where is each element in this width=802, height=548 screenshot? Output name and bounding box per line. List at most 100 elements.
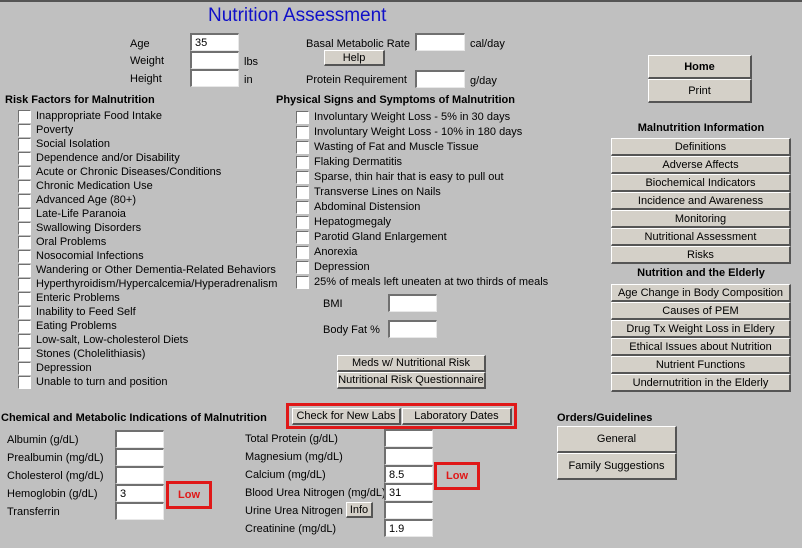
bmr-input[interactable]	[415, 33, 465, 51]
checkbox[interactable]	[18, 165, 31, 179]
checkbox[interactable]	[18, 207, 31, 221]
physical-sign-item[interactable]: Abdominal Distension	[296, 200, 420, 214]
physical-sign-item[interactable]: Wasting of Fat and Muscle Tissue	[296, 140, 479, 154]
elderly-button-age-change-in-body-composition[interactable]: Age Change in Body Composition	[611, 284, 791, 302]
checkbox[interactable]	[18, 263, 31, 277]
bmi-input[interactable]	[388, 294, 437, 312]
risk-factor-item[interactable]: Advanced Age (80+)	[18, 193, 136, 207]
risk-factor-item[interactable]: Eating Problems	[18, 319, 117, 333]
info-button-incidence-and-awareness[interactable]: Incidence and Awareness	[611, 192, 791, 210]
risk-factor-item[interactable]: Social Isolation	[18, 137, 110, 151]
risk-factor-item[interactable]: Low-salt, Low-cholesterol Diets	[18, 333, 188, 347]
lab-input-calcium-mg-dl[interactable]: 8.5	[384, 465, 433, 483]
info-button-adverse-affects[interactable]: Adverse Affects	[611, 156, 791, 174]
checkbox[interactable]	[18, 249, 31, 263]
physical-sign-item[interactable]: Involuntary Weight Loss - 5% in 30 days	[296, 110, 510, 124]
checkbox[interactable]	[18, 291, 31, 305]
info-button-biochemical-indicators[interactable]: Biochemical Indicators	[611, 174, 791, 192]
checkbox[interactable]	[18, 305, 31, 319]
lab-input-cholesterol-mg-dl[interactable]	[115, 466, 164, 484]
checkbox[interactable]	[18, 137, 31, 151]
home-button[interactable]: Home	[648, 55, 752, 79]
risk-factor-item[interactable]: Enteric Problems	[18, 291, 120, 305]
physical-sign-item[interactable]: Flaking Dermatitis	[296, 155, 402, 169]
checkbox[interactable]	[18, 375, 31, 389]
checkbox[interactable]	[296, 275, 309, 289]
age-input[interactable]: 35	[190, 33, 239, 51]
checkbox[interactable]	[18, 347, 31, 361]
checkbox[interactable]	[18, 333, 31, 347]
checkbox[interactable]	[18, 319, 31, 333]
physical-sign-item[interactable]: Transverse Lines on Nails	[296, 185, 441, 199]
info-button-risks[interactable]: Risks	[611, 246, 791, 264]
nutritional-risk-questionnaire-button[interactable]: Nutritional Risk Questionnaire	[337, 372, 486, 389]
checkbox[interactable]	[296, 140, 309, 154]
risk-factor-item[interactable]: Inappropriate Food Intake	[18, 109, 162, 123]
general-button[interactable]: General	[557, 426, 677, 453]
lab-input-albumin-g-dl[interactable]	[115, 430, 164, 448]
lab-input-blood-urea-nitrogen-mg-dl[interactable]: 31	[384, 483, 433, 501]
physical-sign-item[interactable]: Sparse, thin hair that is easy to pull o…	[296, 170, 504, 184]
risk-factor-item[interactable]: Oral Problems	[18, 235, 106, 249]
info-button-definitions[interactable]: Definitions	[611, 138, 791, 156]
family-suggestions-button[interactable]: Family Suggestions	[557, 453, 677, 480]
lab-input-hemoglobin-g-dl[interactable]: 3	[115, 484, 164, 502]
urine-urea-info-button[interactable]: Info	[346, 502, 373, 518]
info-button-monitoring[interactable]: Monitoring	[611, 210, 791, 228]
print-button[interactable]: Print	[648, 79, 752, 103]
physical-sign-item[interactable]: Hepatogmegaly	[296, 215, 391, 229]
checkbox[interactable]	[18, 193, 31, 207]
elderly-button-undernutrition-in-the-elderly[interactable]: Undernutrition in the Elderly	[611, 374, 791, 392]
risk-factor-item[interactable]: Nosocomial Infections	[18, 249, 144, 263]
elderly-button-drug-tx-weight-loss-in-eldery[interactable]: Drug Tx Weight Loss in Eldery	[611, 320, 791, 338]
checkbox[interactable]	[18, 235, 31, 249]
physical-sign-item[interactable]: 25% of meals left uneaten at two thirds …	[296, 275, 548, 289]
checkbox[interactable]	[18, 361, 31, 375]
checkbox[interactable]	[296, 245, 309, 259]
risk-factor-item[interactable]: Chronic Medication Use	[18, 179, 153, 193]
checkbox[interactable]	[296, 155, 309, 169]
risk-factor-item[interactable]: Dependence and/or Disability	[18, 151, 180, 165]
risk-factor-item[interactable]: Acute or Chronic Diseases/Conditions	[18, 165, 221, 179]
physical-sign-item[interactable]: Depression	[296, 260, 370, 274]
risk-factor-item[interactable]: Late-Life Paranoia	[18, 207, 126, 221]
risk-factor-item[interactable]: Depression	[18, 361, 92, 375]
physical-sign-item[interactable]: Anorexia	[296, 245, 357, 259]
lab-input-prealbumin-mg-dl[interactable]	[115, 448, 164, 466]
physical-sign-item[interactable]: Parotid Gland Enlargement	[296, 230, 447, 244]
risk-factor-item[interactable]: Unable to turn and position	[18, 375, 167, 389]
checkbox[interactable]	[18, 151, 31, 165]
meds-nutritional-risk-button[interactable]: Meds w/ Nutritional Risk	[337, 355, 486, 372]
checkbox[interactable]	[296, 200, 309, 214]
height-input[interactable]	[190, 69, 239, 87]
risk-factor-item[interactable]: Inability to Feed Self	[18, 305, 136, 319]
checkbox[interactable]	[296, 260, 309, 274]
weight-input[interactable]	[190, 51, 239, 69]
risk-factor-item[interactable]: Wandering or Other Dementia-Related Beha…	[18, 263, 276, 277]
risk-factor-item[interactable]: Poverty	[18, 123, 73, 137]
checkbox[interactable]	[296, 185, 309, 199]
checkbox[interactable]	[18, 179, 31, 193]
info-button-nutritional-assessment[interactable]: Nutritional Assessment	[611, 228, 791, 246]
lab-input-magnesium-mg-dl[interactable]	[384, 447, 433, 465]
elderly-button-causes-of-pem[interactable]: Causes of PEM	[611, 302, 791, 320]
lab-input-transferrin[interactable]	[115, 502, 164, 520]
checkbox[interactable]	[296, 170, 309, 184]
help-button[interactable]: Help	[324, 50, 385, 66]
elderly-button-nutrient-functions[interactable]: Nutrient Functions	[611, 356, 791, 374]
checkbox[interactable]	[296, 230, 309, 244]
protein-input[interactable]	[415, 70, 465, 88]
checkbox[interactable]	[296, 125, 309, 139]
elderly-button-ethical-issues-about-nutrition[interactable]: Ethical Issues about Nutrition	[611, 338, 791, 356]
checkbox[interactable]	[296, 215, 309, 229]
lab-input-total-protein-g-dl[interactable]	[384, 429, 433, 447]
lab-input-creatinine-mg-dl[interactable]: 1.9	[384, 519, 433, 537]
checkbox[interactable]	[18, 109, 31, 123]
risk-factor-item[interactable]: Hyperthyroidism/Hypercalcemia/Hyperadren…	[18, 277, 277, 291]
checkbox[interactable]	[18, 123, 31, 137]
checkbox[interactable]	[18, 277, 31, 291]
checkbox[interactable]	[296, 110, 309, 124]
physical-sign-item[interactable]: Involuntary Weight Loss - 10% in 180 day…	[296, 125, 522, 139]
bodyfat-input[interactable]	[388, 320, 437, 338]
checkbox[interactable]	[18, 221, 31, 235]
